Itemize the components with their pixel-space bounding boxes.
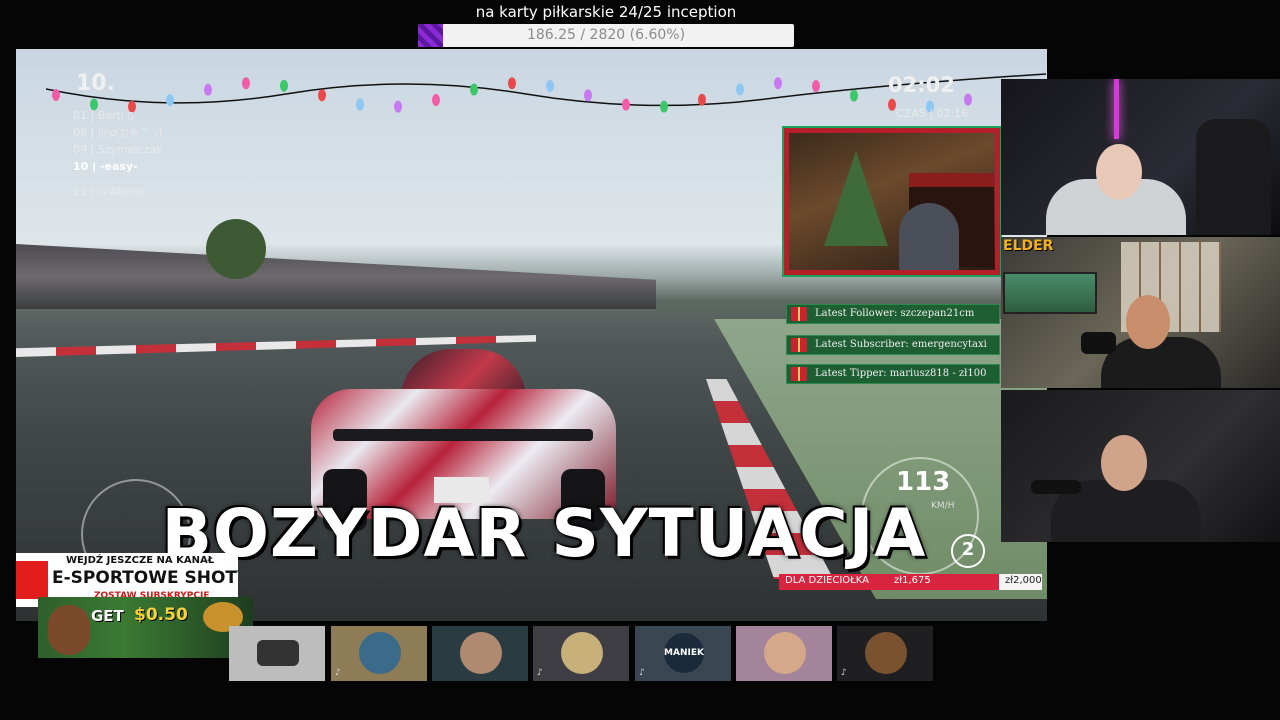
christmas-tree [824, 151, 888, 246]
light-bulb [166, 94, 174, 107]
maniek-avatar: MANIEK [664, 633, 704, 673]
donation-current: zł1,675 [894, 575, 931, 586]
goal-title: na karty piłkarskie 24/25 inception [475, 3, 737, 21]
light-bulb [850, 89, 858, 102]
youtube-icon [16, 561, 48, 599]
goal-progress-bar: 186.25 / 2820 (6.60%) [418, 24, 794, 47]
donation-label: DLA DZIECIOŁKA [785, 575, 869, 586]
ad-get-label: GET [91, 607, 124, 625]
leaderboard-row: 10 | -easy- [73, 160, 138, 173]
neon-light [1114, 79, 1119, 139]
light-bulb [546, 79, 554, 92]
microphone [1031, 480, 1081, 494]
gaming-chair [1196, 119, 1271, 235]
avatar [460, 632, 502, 674]
light-bulb [774, 77, 782, 90]
webcam-1 [1001, 79, 1280, 235]
thumbnail-1[interactable] [229, 626, 325, 681]
thumbnail-2[interactable]: ♪ [331, 626, 427, 681]
mute-icon: ♪ [841, 668, 847, 678]
light-bulb [470, 83, 478, 96]
gift-icon [791, 307, 807, 321]
avatar [359, 632, 401, 674]
stream-caption: BOZYDAR SYTUACJA [161, 495, 927, 572]
mute-icon: ♪ [639, 668, 645, 678]
light-bulb [736, 83, 744, 96]
light-bulb [280, 79, 288, 92]
light-bulb [242, 77, 250, 90]
time-label: CZAS | 02:16. [896, 107, 972, 120]
latest-follower-text: Latest Follower: szczepan21cm [815, 308, 975, 319]
promo-line-1: WEJDŹ JESZCZE NA KANAŁ [66, 555, 215, 566]
latest-follower: Latest Follower: szczepan21cm [786, 304, 1000, 324]
light-bulb [888, 98, 896, 111]
light-bulb [584, 89, 592, 102]
light-bulb [318, 89, 326, 102]
leaderboard-row: 08 | ▯▯o▯▯®™ :] [73, 126, 163, 139]
elder-logo: ELDER [1003, 238, 1054, 254]
webcam-2 [1001, 237, 1280, 388]
microphone [1081, 332, 1116, 354]
streamer-figure [899, 203, 959, 270]
gift-icon [791, 338, 807, 352]
webcam-3 [1001, 390, 1280, 542]
mute-icon: ♪ [537, 668, 543, 678]
donation-goal-bar: DLA DZIECIOŁKA zł1,675 zł2,000 [779, 574, 1042, 590]
thumbnail-5[interactable]: MANIEK ♪ [635, 626, 731, 681]
speed-value: 113 [896, 467, 951, 497]
latest-tipper: Latest Tipper: mariusz818 - zł100 [786, 364, 1000, 384]
avatar [764, 632, 806, 674]
car-spoiler [333, 429, 593, 441]
light-bulb [660, 100, 668, 113]
light-bulb [812, 79, 820, 92]
light-bulb [52, 89, 60, 101]
gift-icon [791, 367, 807, 381]
car-thumbnail-icon [257, 640, 299, 666]
thumbnail-4[interactable]: ♪ [533, 626, 629, 681]
leaderboard-row: 09 | Szymelczak [73, 143, 163, 156]
person-head [1126, 295, 1170, 349]
tree [206, 219, 266, 279]
light-bulb [432, 93, 440, 106]
person-head [1101, 435, 1147, 491]
streamer-cam-christmas [782, 126, 1002, 277]
latest-subscriber-text: Latest Subscriber: emergencytaxi [815, 339, 987, 350]
light-bulb [394, 100, 402, 113]
donation-target: zł2,000 [1005, 575, 1042, 586]
ad-amount: $0.50 [134, 605, 188, 625]
thumbnail-3[interactable] [432, 626, 528, 681]
person-torso [1101, 337, 1221, 388]
goal-progress-text: 186.25 / 2820 (6.60%) [526, 27, 686, 43]
latest-tipper-text: Latest Tipper: mariusz818 - zł100 [815, 368, 987, 379]
leaderboard-row: 11 | G-Alienn [73, 185, 145, 198]
gear-indicator: 2 [951, 534, 985, 568]
leaderboard: 01 | Barti ▯ 08 | ▯▯o▯▯®™ :] 09 | Szymelcz… [73, 107, 162, 200]
light-bulb [508, 77, 516, 90]
thumbnail-6[interactable] [736, 626, 832, 681]
avatar [865, 632, 907, 674]
race-position: 10. [76, 71, 115, 96]
race-timer: 02:02 [888, 73, 955, 97]
light-bulb [356, 98, 364, 111]
leaderboard-row: 01 | Barti ▯ [73, 109, 134, 122]
light-bulb [204, 83, 212, 96]
grandstand [16, 244, 656, 309]
ad-character [48, 605, 90, 655]
avatar [561, 632, 603, 674]
latest-subscriber: Latest Subscriber: emergencytaxi [786, 335, 1000, 355]
light-bulb [698, 93, 706, 106]
light-bulb [622, 98, 630, 111]
promo-channel-name: E-SPORTOWE SHOTY [52, 568, 238, 588]
thumbnail-7[interactable]: ♪ [837, 626, 933, 681]
aquarium [1003, 272, 1097, 314]
light-bulb [964, 93, 972, 106]
mute-icon: ♪ [335, 668, 341, 678]
person-head [1096, 144, 1142, 200]
casino-ad[interactable]: GET $0.50 [38, 597, 253, 658]
